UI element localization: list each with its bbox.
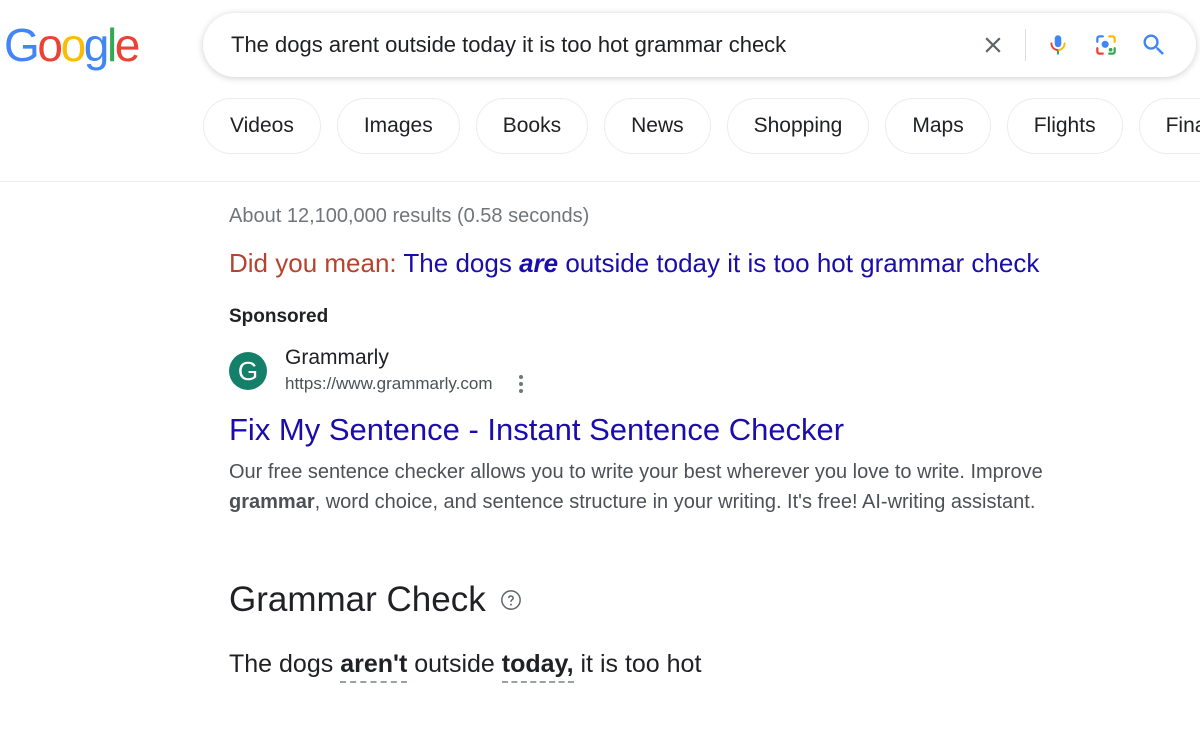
- ad-title-link[interactable]: Fix My Sentence - Instant Sentence Check…: [229, 411, 1200, 449]
- grammar-check-header: Grammar Check: [229, 579, 1200, 621]
- did-you-mean-label: Did you mean:: [229, 248, 397, 278]
- tab-shopping[interactable]: Shopping: [726, 98, 870, 154]
- dot: [518, 375, 523, 379]
- tab-label: Videos: [230, 114, 294, 137]
- logo-letter-l: l: [106, 19, 117, 71]
- search-results-main: About 12,100,000 results (0.58 seconds) …: [0, 182, 1200, 683]
- dot: [518, 382, 523, 386]
- search-bar[interactable]: [203, 13, 1196, 77]
- search-icon: [1143, 34, 1164, 55]
- sponsored-label: Sponsored: [229, 306, 329, 327]
- tab-label: Books: [502, 114, 562, 137]
- tab-label: News: [631, 114, 684, 137]
- tab-maps[interactable]: Maps: [885, 98, 991, 154]
- correction-arent[interactable]: aren't: [340, 650, 408, 683]
- tab-label: Shopping: [753, 114, 843, 137]
- corrected-sentence: The dogs aren't outside today, it is too…: [229, 647, 1200, 683]
- ad-desc-part2: , word choice, and sentence structure in…: [314, 491, 1036, 513]
- close-icon: [985, 37, 1001, 53]
- did-you-mean-correction[interactable]: are: [519, 248, 558, 278]
- did-you-mean-prefix[interactable]: The dogs: [403, 248, 519, 278]
- google-lens-icon: [1096, 35, 1116, 55]
- search-header: Google The dogs arent outside today it i…: [0, 0, 1200, 182]
- tab-label: Images: [363, 114, 433, 137]
- help-circle-icon[interactable]: [500, 589, 522, 611]
- correction-today[interactable]: today,: [501, 650, 574, 683]
- logo-letter-o1: o: [37, 19, 63, 71]
- tab-videos[interactable]: Videos: [203, 98, 321, 154]
- search-filter-tabs: Videos Images Books News Shopping Maps F…: [203, 98, 1200, 154]
- three-dot-menu-icon[interactable]: [515, 371, 527, 397]
- ad-desc-bold: grammar: [229, 491, 315, 513]
- tab-finance[interactable]: Finance: [1138, 98, 1200, 154]
- favicon-glyph: G: [237, 356, 259, 386]
- ad-site-name: Grammarly: [285, 346, 389, 369]
- ad-url[interactable]: https://www.grammarly.com: [285, 373, 493, 395]
- sentence-seg1: The dogs: [229, 650, 341, 678]
- tab-flights[interactable]: Flights: [1006, 98, 1123, 154]
- google-logo[interactable]: Google: [4, 19, 141, 71]
- did-you-mean-suffix[interactable]: outside today it is too hot grammar chec…: [558, 248, 1039, 278]
- sentence-seg2: outside: [407, 650, 502, 678]
- ad-url-row: https://www.grammarly.com: [285, 371, 527, 397]
- tab-books[interactable]: Books: [475, 98, 589, 154]
- search-submit-button[interactable]: [1130, 21, 1178, 69]
- tab-news[interactable]: News: [604, 98, 711, 154]
- dot: [518, 389, 523, 393]
- ad-site-meta: Grammarly https://www.grammarly.com: [285, 345, 527, 397]
- search-input[interactable]: [231, 25, 969, 65]
- lens-search-button[interactable]: [1082, 21, 1130, 69]
- grammarly-favicon-icon: G: [229, 352, 267, 390]
- result-stats: About 12,100,000 results (0.58 seconds): [229, 205, 590, 227]
- clear-search-button[interactable]: [969, 21, 1017, 69]
- grammar-check-title: Grammar Check: [229, 580, 486, 619]
- tab-images[interactable]: Images: [336, 98, 460, 154]
- ad-desc-part1: Our free sentence checker allows you to …: [229, 461, 1043, 483]
- tab-label: Finance: [1165, 114, 1200, 137]
- search-divider: [1025, 29, 1026, 61]
- logo-letter-g2: g: [83, 19, 110, 71]
- logo-letter-g1: G: [4, 19, 40, 71]
- logo-letter-e: e: [114, 19, 141, 71]
- tab-label: Flights: [1033, 114, 1096, 137]
- tab-label: Maps: [912, 114, 964, 137]
- voice-search-button[interactable]: [1034, 21, 1082, 69]
- sentence-seg3: it is too hot: [573, 650, 702, 678]
- ad-description: Our free sentence checker allows you to …: [229, 457, 1067, 517]
- logo-letter-o2: o: [60, 19, 87, 71]
- ad-site-header: G Grammarly https://www.grammarly.com: [229, 345, 1200, 397]
- microphone-icon: [1050, 35, 1066, 55]
- did-you-mean[interactable]: Did you mean: The dogs are outside today…: [229, 247, 1200, 279]
